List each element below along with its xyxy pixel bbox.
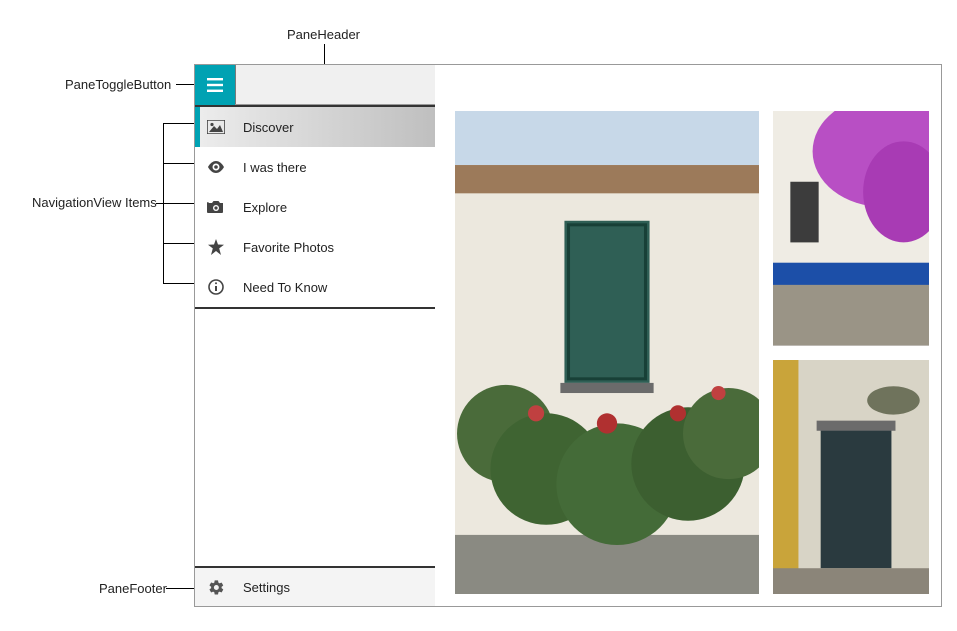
content-area [455, 111, 929, 594]
pointer-line [156, 203, 164, 204]
navigation-items: Discover I was there Explore Favorite Ph… [195, 105, 435, 309]
nav-item-label: I was there [243, 160, 307, 175]
pane-header-content [235, 65, 435, 104]
footer-label: Settings [243, 580, 290, 595]
nav-item-favorites[interactable]: Favorite Photos [195, 227, 435, 267]
navigation-pane: Discover I was there Explore Favorite Ph… [195, 65, 435, 606]
annotation-panefooter: PaneFooter [99, 581, 167, 596]
app-window: Discover I was there Explore Favorite Ph… [194, 64, 942, 607]
camera-icon [207, 200, 225, 214]
nav-item-label: Need To Know [243, 280, 327, 295]
nav-item-label: Explore [243, 200, 287, 215]
photo-old-door [773, 360, 929, 595]
nav-item-explore[interactable]: Explore [195, 187, 435, 227]
pane-header [195, 65, 435, 105]
annotation-navitems: NavigationView Items [32, 195, 157, 210]
nav-item-label: Favorite Photos [243, 240, 334, 255]
gear-icon [207, 579, 225, 596]
star-icon [207, 239, 225, 255]
nav-item-label: Discover [243, 120, 294, 135]
nav-item-needtoknow[interactable]: Need To Know [195, 267, 435, 307]
annotation-panetoggle: PaneToggleButton [65, 77, 171, 92]
image-icon [207, 120, 225, 134]
pane-spacer [195, 309, 435, 566]
photo-flowers-street [773, 111, 929, 346]
pane-footer-settings[interactable]: Settings [195, 566, 435, 606]
annotation-paneheader: PaneHeader [287, 27, 360, 42]
side-photos [773, 111, 929, 594]
nav-item-iwasthere[interactable]: I was there [195, 147, 435, 187]
pane-toggle-button[interactable] [195, 65, 235, 105]
eye-icon [207, 161, 225, 173]
nav-item-discover[interactable]: Discover [195, 107, 435, 147]
hamburger-icon [207, 78, 223, 92]
photo-house-door [455, 111, 759, 594]
info-icon [207, 279, 225, 295]
main-photo [455, 111, 759, 594]
